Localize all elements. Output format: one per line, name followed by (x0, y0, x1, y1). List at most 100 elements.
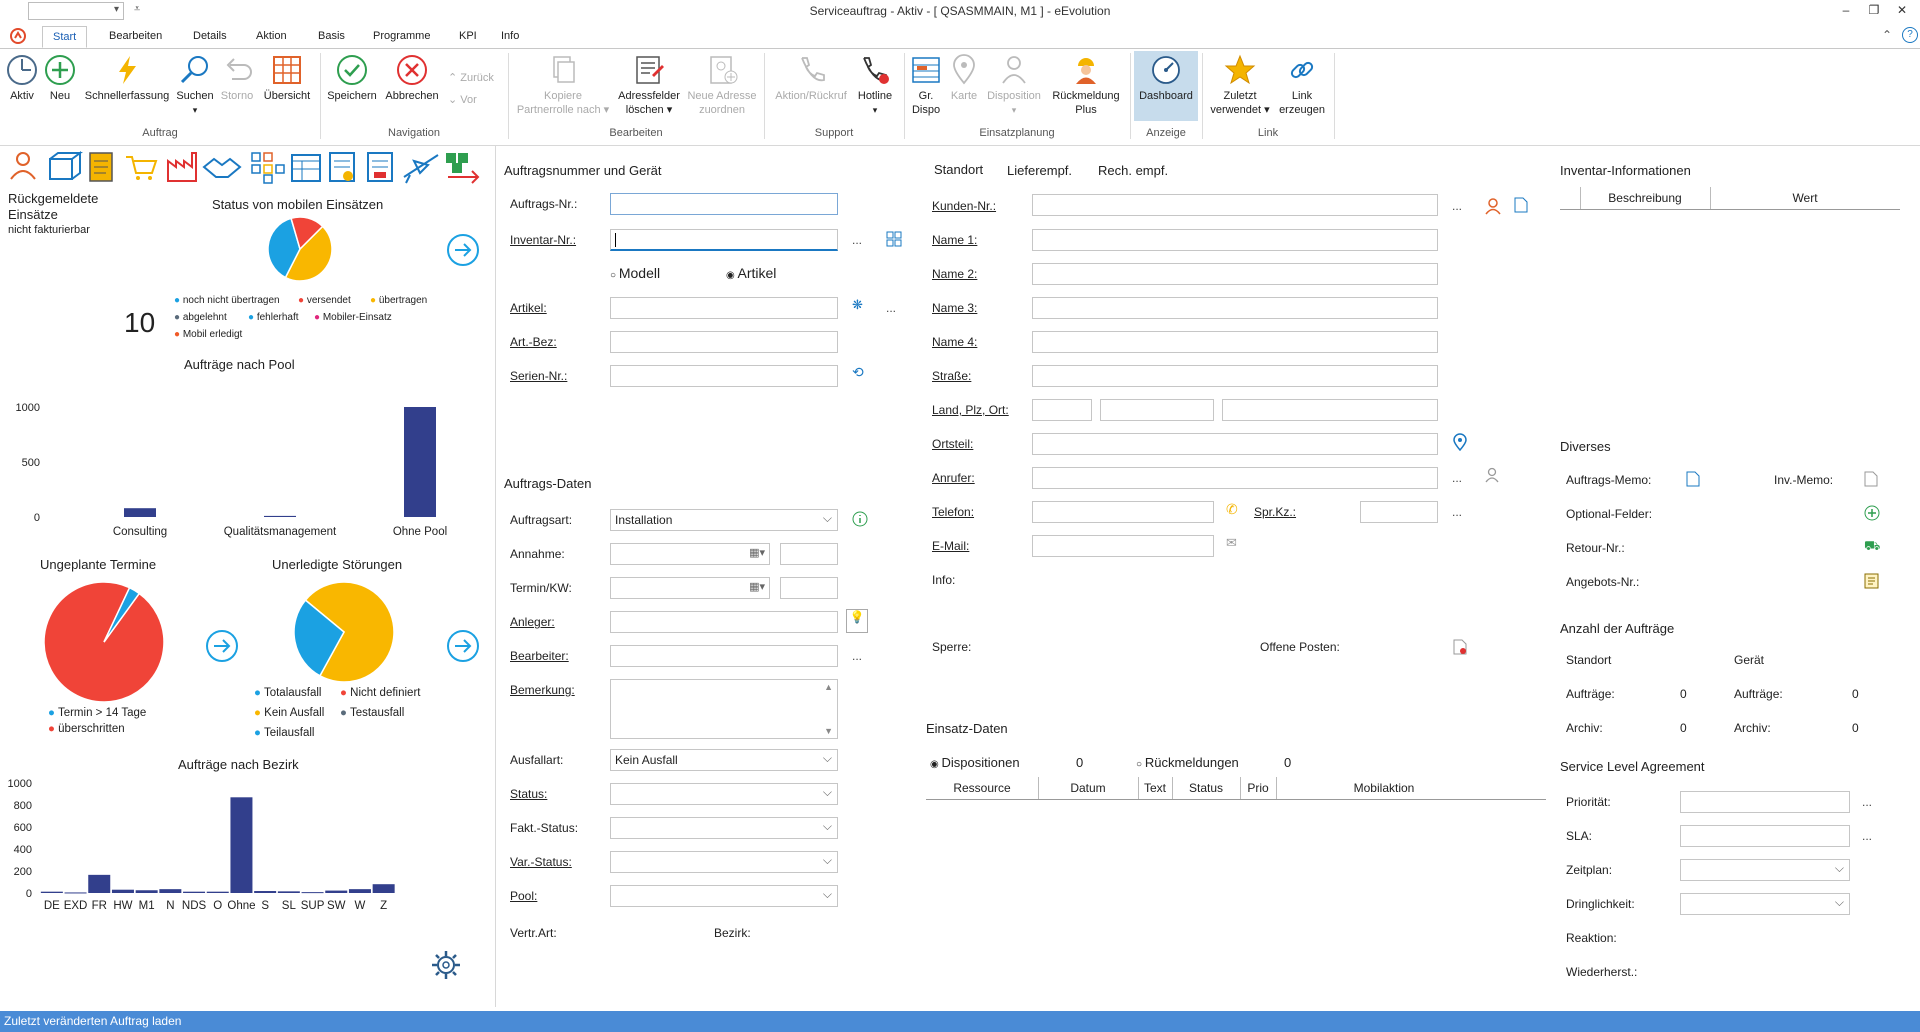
kopiere-partnerrolle-button[interactable]: Kopiere Partnerrolle nach ▾ (510, 53, 616, 117)
col-ressource[interactable]: Ressource (926, 777, 1039, 799)
bearbeiter-label[interactable]: Bearbeiter: (510, 649, 569, 663)
artikel-radio[interactable]: ◉ Artikel (726, 265, 776, 281)
suchen-button[interactable]: Suchen ▾ (174, 53, 216, 117)
inventory-grid-icon[interactable] (886, 231, 902, 247)
sprkz-input[interactable] (1360, 501, 1438, 523)
dringlichkeit-select[interactable] (1680, 893, 1850, 915)
name2-label[interactable]: Name 2: (932, 267, 977, 281)
tab-info[interactable]: Info (501, 30, 519, 42)
tab-programme[interactable]: Programme (373, 30, 430, 42)
hierarchy-icon[interactable] (251, 152, 285, 184)
fakt-select[interactable] (610, 817, 838, 839)
kundennr-input[interactable] (1032, 194, 1438, 216)
document-list-icon[interactable] (89, 152, 113, 182)
inventarnr-lookup-button[interactable]: ... (852, 233, 862, 247)
zuletzt-verwendet-button[interactable]: Zuletzt verwendet ▾ (1206, 53, 1274, 117)
handshake-icon[interactable] (202, 157, 242, 178)
kundennr-label[interactable]: Kunden-Nr.: (932, 199, 996, 213)
zurueck-button[interactable]: ⌃ Zurück (448, 71, 494, 84)
restore-icon[interactable]: ❐ (1864, 3, 1884, 19)
hotline-button[interactable]: Hotline ▾ (852, 53, 898, 117)
app-menu-icon[interactable] (10, 28, 26, 44)
name3-input[interactable] (1032, 297, 1438, 319)
location-pin-icon[interactable] (1452, 433, 1468, 451)
land-input[interactable] (1032, 399, 1092, 421)
scroll-up-icon[interactable]: ▲ (824, 682, 833, 692)
contact-person-icon[interactable] (1484, 467, 1500, 483)
sla-lookup-button[interactable]: ... (1862, 829, 1872, 843)
name1-input[interactable] (1032, 229, 1438, 251)
calendar-icon[interactable]: ▦▾ (749, 580, 765, 593)
table-window-icon[interactable] (291, 154, 321, 182)
bemerkung-textarea[interactable]: ▲ ▼ (610, 679, 838, 739)
document-icon[interactable] (1514, 197, 1528, 213)
artikel-input[interactable] (610, 297, 838, 319)
prioritaet-lookup-button[interactable]: ... (1862, 795, 1872, 809)
karte-button[interactable]: Karte (946, 53, 982, 103)
name4-label[interactable]: Name 4: (932, 335, 977, 349)
shopping-cart-icon[interactable] (126, 156, 158, 180)
ort-input[interactable] (1222, 399, 1438, 421)
artikel-label[interactable]: Artikel: (510, 301, 547, 315)
tab-standort[interactable]: Standort (934, 162, 983, 177)
anleger-label[interactable]: Anleger: (510, 615, 555, 629)
email-input[interactable] (1032, 535, 1214, 557)
status-select[interactable] (610, 783, 838, 805)
vor-button[interactable]: ⌄ Vor (448, 93, 477, 106)
var-select[interactable] (610, 851, 838, 873)
tab-lieferempf[interactable]: Lieferempf. (1007, 163, 1072, 178)
plz-input[interactable] (1100, 399, 1214, 421)
anrufer-label[interactable]: Anrufer: (932, 471, 975, 485)
tab-basis[interactable]: Basis (318, 30, 345, 42)
customer-person-icon[interactable] (1484, 197, 1502, 215)
return-truck-icon[interactable]: ⛟ (1864, 538, 1880, 556)
zeitplan-select[interactable] (1680, 859, 1850, 881)
tab-start[interactable]: Start (42, 26, 88, 48)
status-next-arrow-icon[interactable] (446, 233, 480, 267)
anrufer-input[interactable] (1032, 467, 1438, 489)
artikel-config-icon[interactable]: ❋ (852, 297, 863, 313)
inventarnr-label[interactable]: Inventar-Nr.: (510, 233, 576, 247)
termin-date-input[interactable]: ▦▾ (610, 577, 770, 599)
schnellerfassung-button[interactable]: Schnellerfassung (82, 53, 172, 103)
telefon-input[interactable] (1032, 501, 1214, 523)
col-beschreibung[interactable]: Beschreibung (1580, 187, 1711, 209)
termin-kw-input[interactable] (780, 577, 838, 599)
minimize-icon[interactable]: – (1836, 3, 1856, 19)
collapse-ribbon-icon[interactable]: ⌃ (1882, 28, 1892, 42)
neue-adresse-button[interactable]: Neue Adresse zuordnen (686, 53, 758, 117)
seriennr-label[interactable]: Serien-Nr.: (510, 369, 567, 383)
col-wert[interactable]: Wert (1710, 187, 1900, 209)
artikel-lookup-button[interactable]: ... (886, 301, 896, 315)
logistics-icon[interactable] (446, 153, 480, 184)
strasse-input[interactable] (1032, 365, 1438, 387)
sla-input[interactable] (1680, 825, 1850, 847)
abbrechen-button[interactable]: Abbrechen (382, 53, 442, 103)
land-label[interactable]: Land, Plz, Ort: (932, 403, 1009, 417)
rueckmeldung-plus-button[interactable]: Rückmeldung Plus (1046, 53, 1126, 117)
bearbeiter-lookup-button[interactable]: ... (852, 649, 862, 663)
pool-label[interactable]: Pool: (510, 889, 537, 903)
storno-button[interactable]: Storno (218, 53, 256, 103)
open-items-document-icon[interactable] (1452, 639, 1468, 655)
aktion-rueckruf-button[interactable]: Aktion/Rückruf (768, 53, 854, 103)
tab-bearbeiten[interactable]: Bearbeiten (109, 30, 162, 42)
help-icon[interactable]: ? (1902, 27, 1918, 43)
inventarnr-input[interactable] (610, 229, 838, 251)
modell-radio[interactable]: ○ Modell (610, 265, 660, 281)
kundennr-lookup-button[interactable]: ... (1452, 199, 1462, 213)
mail-icon[interactable]: ✉ (1226, 535, 1237, 551)
sprkz-label[interactable]: Spr.Kz.: (1254, 505, 1296, 519)
info-icon[interactable] (852, 511, 868, 527)
report-icon[interactable] (367, 152, 393, 182)
disposition-button[interactable]: Disposition ▾ (982, 53, 1046, 117)
dashboard-button[interactable]: Dashboard (1134, 51, 1198, 121)
ortsteil-input[interactable] (1032, 433, 1438, 455)
aktiv-button[interactable]: Aktiv (4, 53, 40, 103)
adressfelder-loeschen-button[interactable]: Adressfelder löschen ▾ (614, 53, 684, 117)
var-label[interactable]: Var.-Status: (510, 855, 572, 869)
anleger-input[interactable] (610, 611, 838, 633)
link-erzeugen-button[interactable]: Link erzeugen (1276, 53, 1328, 117)
strasse-label[interactable]: Straße: (932, 369, 971, 383)
auftragsnr-input[interactable] (610, 193, 838, 215)
